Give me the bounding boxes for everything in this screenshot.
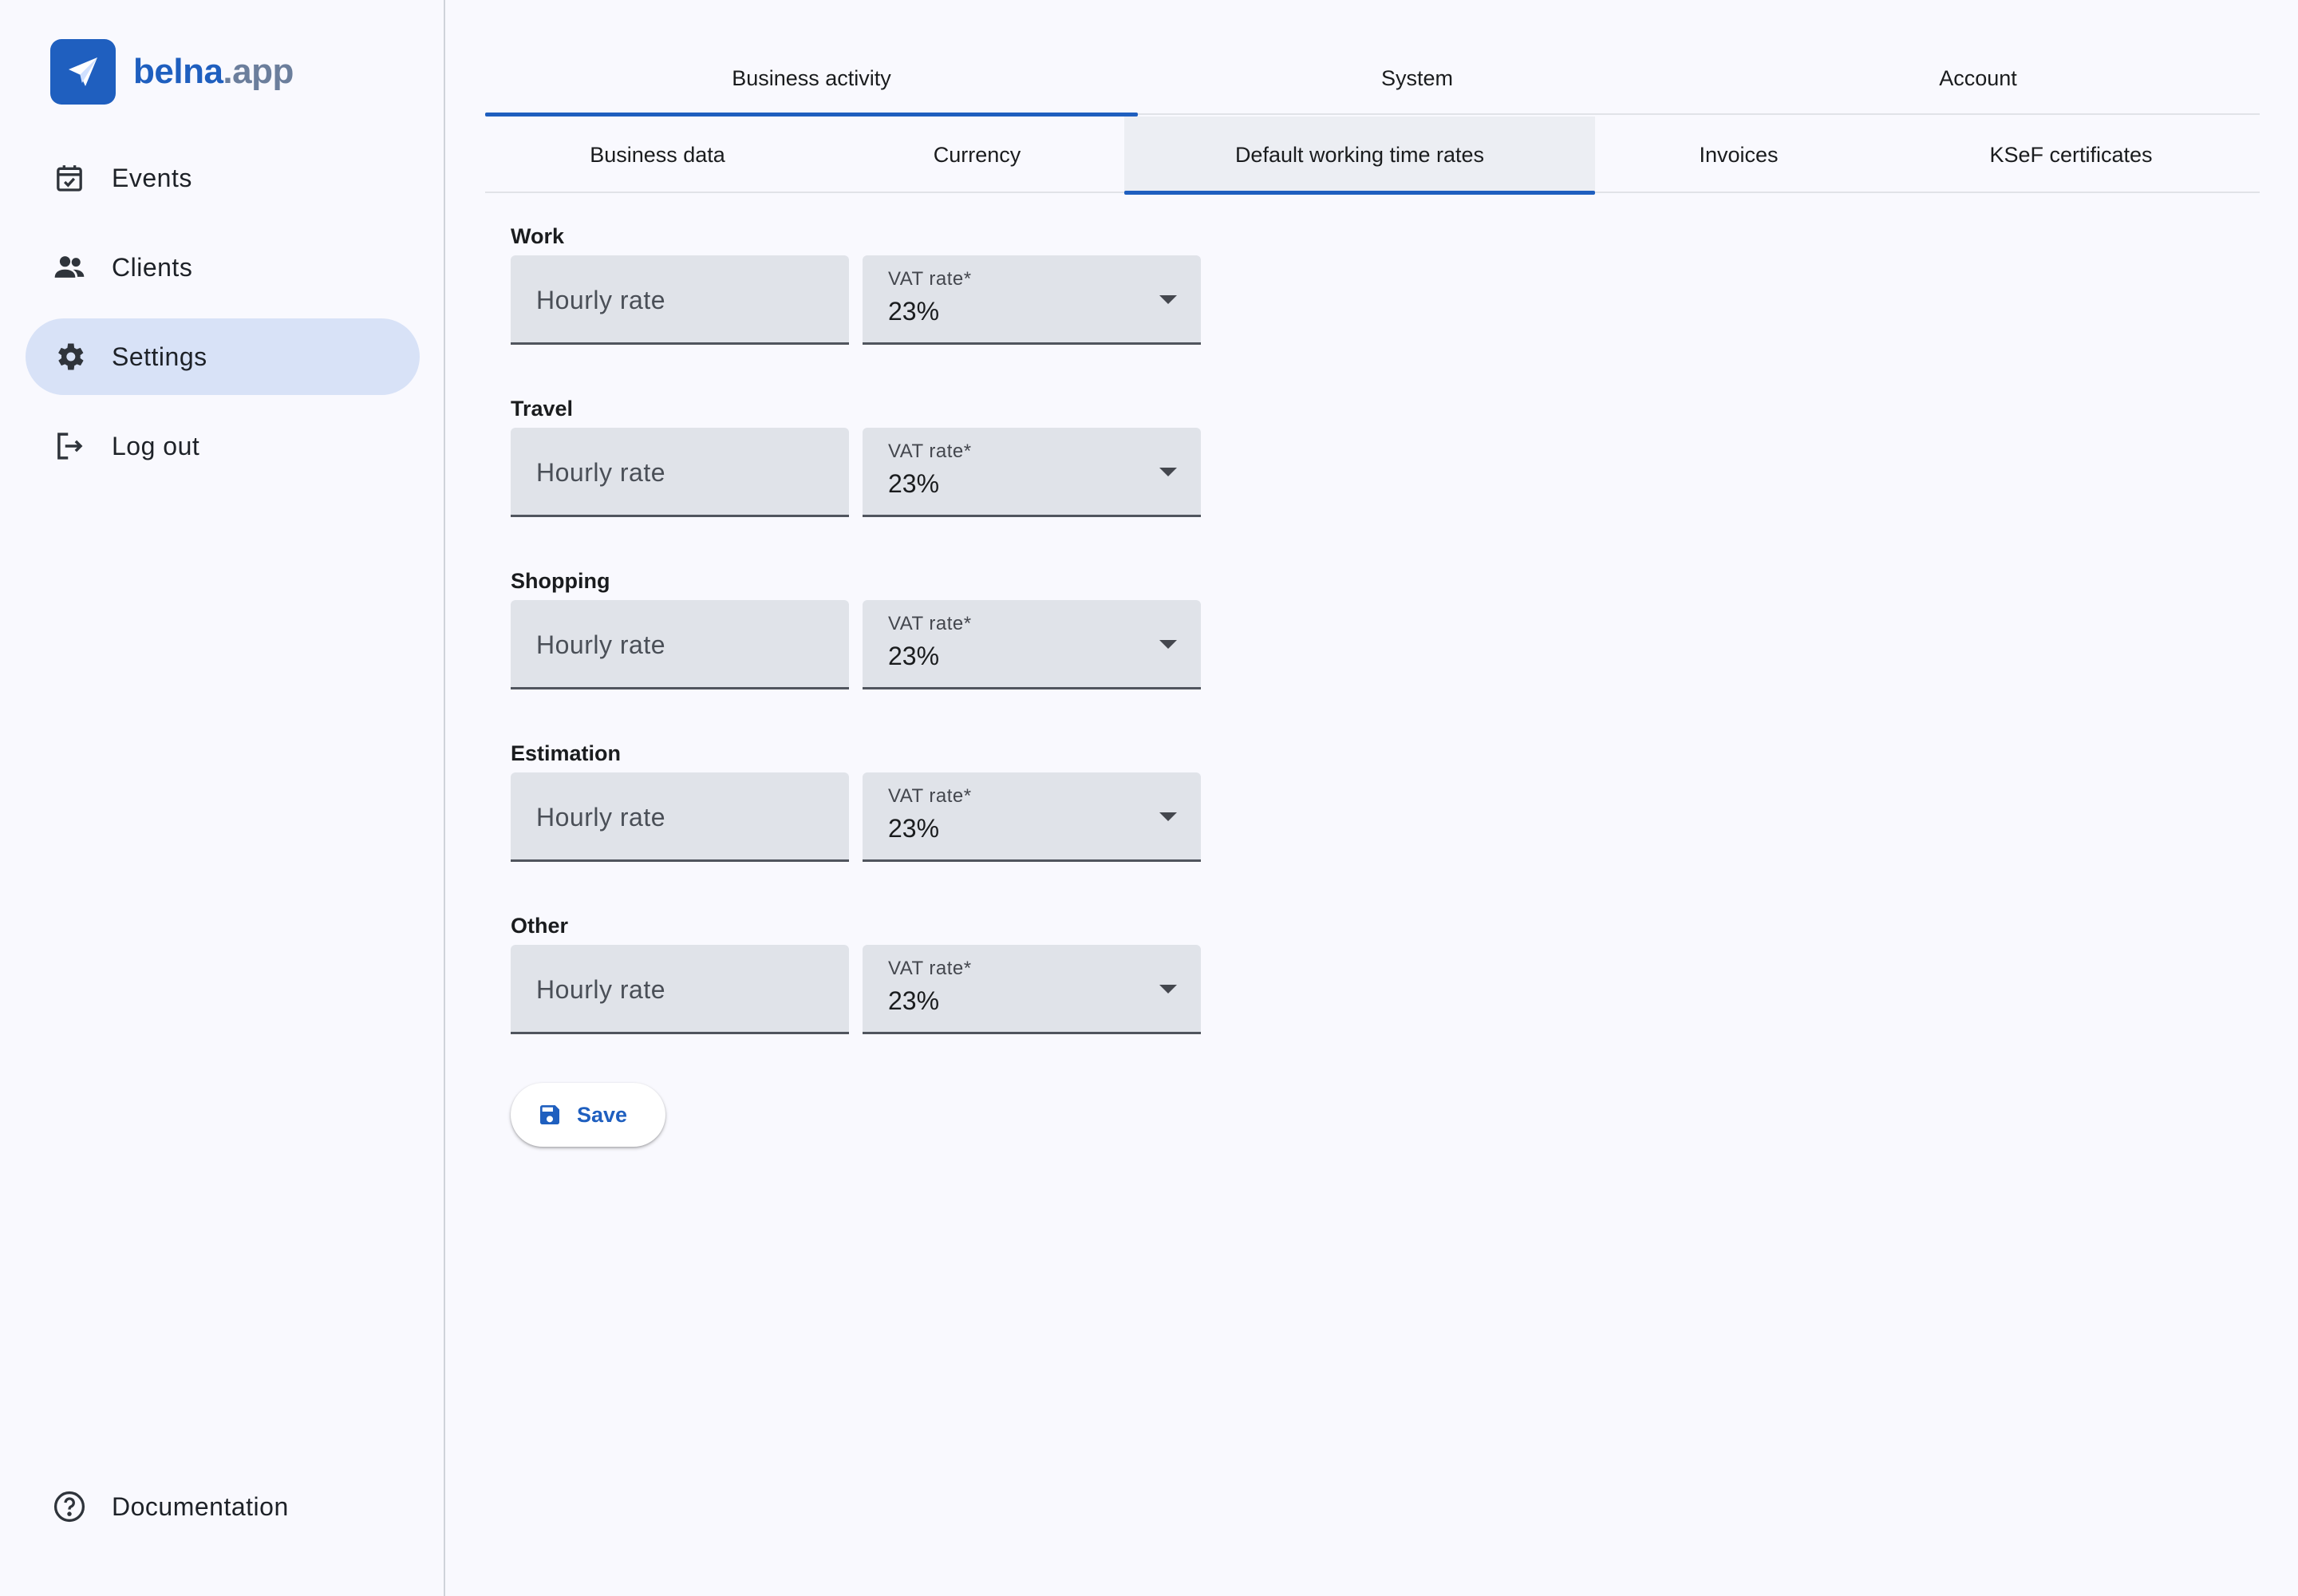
vat-rate-label: VAT rate* bbox=[888, 613, 972, 634]
rate-section-shopping: Shopping Hourly rate VAT rate* 23% bbox=[511, 565, 1205, 689]
vat-rate-value: 23% bbox=[888, 986, 940, 1015]
tab-invoices[interactable]: Invoices bbox=[1595, 117, 1882, 193]
vat-rate-label: VAT rate* bbox=[888, 785, 972, 807]
vat-rate-value: 23% bbox=[888, 814, 940, 843]
dropdown-arrow-icon bbox=[1159, 812, 1177, 821]
sidebar-item-label: Log out bbox=[112, 431, 200, 460]
vat-rate-label: VAT rate* bbox=[888, 958, 972, 979]
vat-rate-select[interactable]: VAT rate* 23% bbox=[863, 772, 1201, 862]
tab-business-data[interactable]: Business data bbox=[485, 117, 830, 193]
tab-currency[interactable]: Currency bbox=[830, 117, 1124, 193]
tab-label: Business activity bbox=[732, 65, 891, 90]
help-circle-icon bbox=[51, 1488, 88, 1525]
tab-label: Account bbox=[1939, 65, 2017, 90]
hourly-rate-input[interactable]: Hourly rate bbox=[511, 255, 849, 345]
tab-business-activity[interactable]: Business activity bbox=[485, 41, 1138, 117]
tab-system[interactable]: System bbox=[1138, 41, 1696, 115]
secondary-tabs: Business data Currency Default working t… bbox=[485, 117, 2260, 195]
vat-rate-select[interactable]: VAT rate* 23% bbox=[863, 600, 1201, 689]
rate-section-travel: Travel Hourly rate VAT rate* 23% bbox=[511, 393, 1205, 517]
save-button[interactable]: Save bbox=[511, 1083, 665, 1147]
hourly-rate-input[interactable]: Hourly rate bbox=[511, 600, 849, 689]
paper-plane-icon bbox=[50, 39, 116, 105]
people-icon bbox=[51, 249, 88, 286]
hourly-rate-input[interactable]: Hourly rate bbox=[511, 772, 849, 862]
hourly-rate-placeholder: Hourly rate bbox=[536, 630, 665, 659]
section-title: Estimation bbox=[511, 741, 622, 765]
vat-rate-value: 23% bbox=[888, 469, 940, 498]
tab-label: System bbox=[1380, 65, 1454, 90]
calendar-check-icon bbox=[51, 160, 88, 196]
rate-section-work: Work Hourly rate VAT rate* 23% bbox=[511, 220, 1205, 345]
sidebar-item-documentation[interactable]: Documentation bbox=[26, 1468, 420, 1545]
hourly-rate-input[interactable]: Hourly rate bbox=[511, 428, 849, 517]
vat-rate-value: 23% bbox=[888, 642, 940, 670]
dropdown-arrow-icon bbox=[1159, 468, 1177, 476]
tab-ksef-certificates[interactable]: KSeF certificates bbox=[1882, 117, 2260, 193]
rate-section-estimation: Estimation Hourly rate VAT rate* 23% bbox=[511, 737, 1205, 862]
sidebar: belna.app Events Clients Settings Log ou… bbox=[0, 0, 445, 1596]
vat-rate-value: 23% bbox=[888, 297, 940, 326]
hourly-rate-input[interactable]: Hourly rate bbox=[511, 945, 849, 1034]
primary-tabs: Business activity System Account bbox=[485, 41, 2260, 117]
sidebar-item-clients[interactable]: Clients bbox=[26, 229, 420, 306]
sidebar-item-label: Settings bbox=[112, 342, 207, 371]
brand-name: belna.app bbox=[133, 52, 294, 92]
dropdown-arrow-icon bbox=[1159, 985, 1177, 994]
hourly-rate-placeholder: Hourly rate bbox=[536, 975, 665, 1004]
tab-label: Business data bbox=[590, 142, 725, 167]
hourly-rate-placeholder: Hourly rate bbox=[536, 458, 665, 487]
sidebar-item-label: Clients bbox=[112, 252, 193, 282]
main-content: Business activity System Account Busines… bbox=[485, 0, 2260, 1596]
save-button-label: Save bbox=[577, 1102, 628, 1127]
tab-label: KSeF certificates bbox=[1989, 142, 2153, 167]
dropdown-arrow-icon bbox=[1159, 295, 1177, 304]
hourly-rate-placeholder: Hourly rate bbox=[536, 803, 665, 832]
tab-account[interactable]: Account bbox=[1696, 41, 2260, 115]
sidebar-item-label: Events bbox=[112, 163, 192, 192]
vat-rate-select[interactable]: VAT rate* 23% bbox=[863, 428, 1201, 517]
vat-rate-select[interactable]: VAT rate* 23% bbox=[863, 255, 1201, 345]
brand-name-secondary: .app bbox=[223, 52, 294, 91]
vat-rate-label: VAT rate* bbox=[888, 268, 972, 290]
sidebar-item-settings[interactable]: Settings bbox=[26, 318, 420, 395]
section-title: Shopping bbox=[511, 569, 610, 593]
tab-label: Currency bbox=[933, 142, 1021, 167]
dropdown-arrow-icon bbox=[1159, 640, 1177, 649]
gear-icon bbox=[51, 338, 88, 375]
floppy-disk-icon bbox=[537, 1102, 563, 1128]
rate-section-other: Other Hourly rate VAT rate* 23% bbox=[511, 910, 1205, 1034]
sidebar-item-events[interactable]: Events bbox=[26, 140, 420, 216]
logout-icon bbox=[51, 428, 88, 464]
section-title: Travel bbox=[511, 397, 574, 421]
section-title: Other bbox=[511, 914, 569, 938]
sidebar-item-label: Documentation bbox=[112, 1491, 289, 1521]
brand-name-primary: belna bbox=[133, 52, 223, 91]
tab-label: Invoices bbox=[1699, 142, 1779, 167]
tab-default-working-time-rates[interactable]: Default working time rates bbox=[1124, 117, 1595, 195]
hourly-rate-placeholder: Hourly rate bbox=[536, 286, 665, 314]
section-title: Work bbox=[511, 224, 565, 248]
sidebar-item-logout[interactable]: Log out bbox=[26, 408, 420, 484]
tab-label: Default working time rates bbox=[1234, 142, 1485, 167]
brand-logo[interactable]: belna.app bbox=[50, 39, 294, 105]
vat-rate-select[interactable]: VAT rate* 23% bbox=[863, 945, 1201, 1034]
vat-rate-label: VAT rate* bbox=[888, 440, 972, 462]
